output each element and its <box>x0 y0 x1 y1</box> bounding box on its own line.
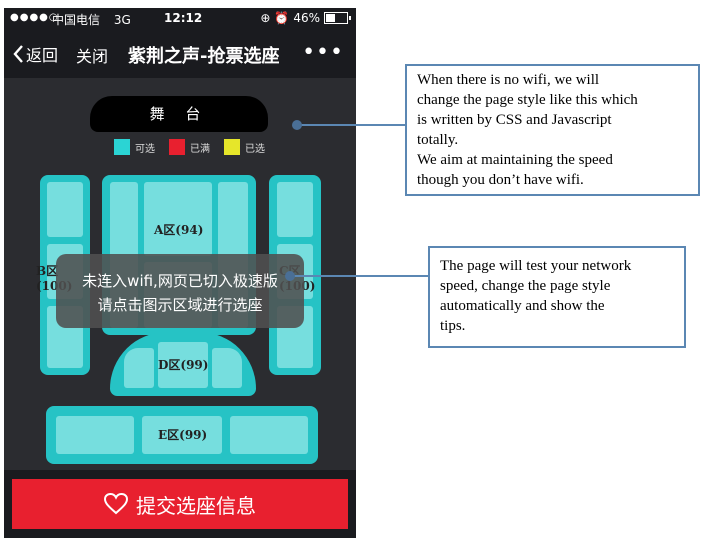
callout-line: We aim at maintaining the speed <box>417 152 613 168</box>
callout-line: is written by CSS and Javascript <box>417 112 612 128</box>
callout-2-dot <box>285 271 295 281</box>
callout-line: tips. <box>440 318 466 334</box>
annotation-no-wifi: When there is no wifi, we will change th… <box>405 64 700 196</box>
annotation-network-test: The page will test your network speed, c… <box>428 246 686 348</box>
callout-line: though you don’t have wifi. <box>417 172 584 188</box>
callout-line: speed, change the page style <box>440 278 611 294</box>
callout-line: change the page style like this which <box>417 92 638 108</box>
callout-line: totally. <box>417 132 459 148</box>
callout-1-dot <box>292 120 302 130</box>
callout-line: When there is no wifi, we will <box>417 72 600 88</box>
callout-line: The page will test your network <box>440 258 632 274</box>
callout-line: automatically and show the <box>440 298 605 314</box>
